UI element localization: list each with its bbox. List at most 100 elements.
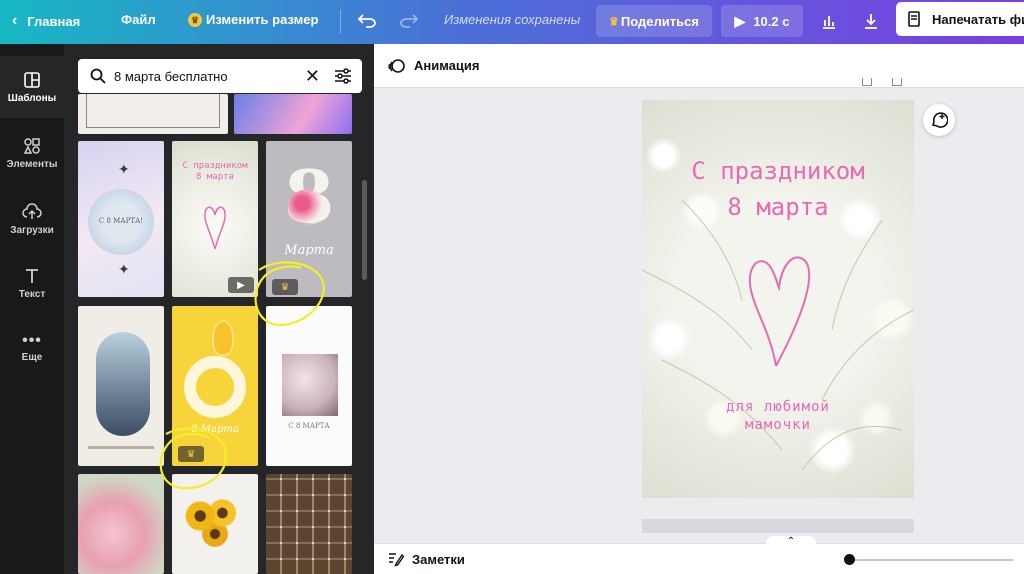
thumb-text: Марта: [284, 243, 334, 258]
rail-label: Загрузки: [10, 224, 54, 236]
side-rail: Шаблоны Элементы Загрузки Текст ••• Еще: [0, 44, 64, 574]
chevron-left-icon: ‹: [12, 12, 18, 29]
heart-icon[interactable]: [746, 250, 812, 368]
rail-item-more[interactable]: ••• Еще: [0, 316, 64, 378]
template-thumb[interactable]: [234, 94, 352, 134]
thumb-caption: [88, 446, 154, 449]
template-thumb[interactable]: С праздником 8 марта ▶: [172, 141, 258, 297]
delete-page-icon[interactable]: [892, 78, 902, 86]
play-icon: ▶: [734, 12, 746, 29]
animation-label: Анимация: [414, 58, 480, 73]
saved-status: Изменения сохранены: [444, 12, 581, 27]
text-icon: [26, 268, 38, 283]
redo-button[interactable]: [394, 5, 424, 37]
crown-icon: ♛: [609, 15, 619, 28]
thumb-frame: [86, 94, 220, 128]
bar-chart-icon: [823, 16, 835, 29]
rail-item-uploads[interactable]: Загрузки: [0, 188, 64, 250]
page-controls: [862, 78, 912, 88]
share-label: Поделиться: [620, 13, 699, 29]
duplicate-page-icon[interactable]: [862, 78, 872, 86]
animation-icon: [388, 58, 405, 73]
template-thumb[interactable]: [78, 474, 164, 574]
elements-icon: [23, 137, 40, 154]
design-page[interactable]: С праздником 8 марта для любимой мамочки: [642, 100, 914, 498]
sparkle-icon: ✦: [118, 261, 130, 277]
thumb-text: С 8 МАРТА!: [98, 217, 144, 225]
bottom-bar: ⌃ Заметки: [374, 536, 1024, 574]
rail-item-text[interactable]: Текст: [0, 252, 64, 314]
crown-icon: ♛: [188, 12, 202, 27]
card-subtitle-line1[interactable]: для любимой: [642, 398, 914, 416]
download-icon: [865, 14, 877, 29]
card-subtitle-line2[interactable]: мамочки: [642, 416, 914, 434]
play-button[interactable]: ▶ 10.2 с: [721, 5, 803, 37]
panel-scrollbar[interactable]: [362, 180, 367, 280]
highlight-annotation: [159, 427, 228, 490]
zoom-slider-handle[interactable]: [844, 554, 855, 565]
redo-icon: [400, 14, 418, 28]
thumb-photo: [96, 332, 150, 436]
rail-item-elements[interactable]: Элементы: [0, 122, 64, 184]
rail-label: Еще: [21, 351, 43, 363]
undo-icon: [358, 14, 376, 28]
top-bar: ‹ Главная Файл ♛ Изменить размер Изменен…: [0, 0, 1024, 44]
heart-icon: [204, 206, 226, 250]
file-menu[interactable]: Файл: [121, 12, 156, 27]
rail-item-templates[interactable]: Шаблоны: [0, 56, 64, 118]
next-page-preview[interactable]: [642, 519, 914, 533]
flowers-icon: [288, 189, 328, 225]
notes-icon: [389, 553, 404, 567]
insights-button[interactable]: [812, 5, 846, 37]
resize-label: Изменить размер: [206, 12, 319, 27]
card-title-line1[interactable]: С праздником: [642, 156, 914, 186]
template-thumb[interactable]: [78, 306, 164, 466]
templates-icon: [24, 71, 40, 88]
home-label: Главная: [27, 13, 81, 29]
search-value: 8 марта бесплатно: [114, 68, 228, 84]
rail-label: Текст: [18, 288, 46, 300]
search-icon: [90, 68, 106, 84]
rail-label: Элементы: [6, 158, 58, 170]
sunflowers-icon: [178, 492, 252, 552]
share-button[interactable]: ♛ Поделиться: [596, 5, 712, 37]
template-thumb[interactable]: [266, 474, 352, 574]
sparkle-icon: ✦: [118, 161, 130, 177]
thumb-text: С 8 МАРТА: [288, 422, 330, 430]
card-title-line2[interactable]: 8 марта: [642, 192, 914, 222]
rail-label: Шаблоны: [7, 92, 57, 104]
comment-add-icon: [931, 112, 948, 128]
undo-button[interactable]: [352, 5, 382, 37]
clear-icon[interactable]: ✕: [305, 66, 320, 87]
highlight-annotation: [254, 261, 325, 327]
filter-icon[interactable]: [334, 68, 352, 84]
animation-button[interactable]: Анимация: [388, 57, 479, 75]
chevron-up-icon: ⌃: [786, 536, 796, 547]
zoom-slider-track[interactable]: [844, 559, 1014, 561]
canvas-area: С праздником 8 марта для любимой мамочки: [374, 78, 1024, 543]
print-icon: [908, 11, 920, 27]
search-input[interactable]: 8 марта бесплатно ✕: [78, 59, 362, 93]
thumb-photo: [282, 354, 338, 416]
more-icon: •••: [22, 331, 42, 349]
notes-label: Заметки: [412, 551, 465, 567]
comment-button[interactable]: [923, 104, 955, 136]
divider: [340, 10, 341, 34]
print-button[interactable]: Напечатать фи: [896, 2, 1024, 36]
thumb-text: С праздником 8 марта: [182, 161, 248, 182]
templates-panel: С 8 МАРТА! ✦ ✦ С праздником 8 марта ▶ 8 …: [64, 44, 374, 574]
download-button[interactable]: [854, 5, 888, 37]
expand-pages-button[interactable]: ⌃: [766, 536, 816, 548]
resize-button[interactable]: ♛ Изменить размер: [188, 12, 318, 27]
play-duration: 10.2 с: [753, 13, 790, 29]
tulip-icon: [212, 320, 234, 356]
editor-toolbar: Анимация: [374, 44, 1024, 88]
template-thumb[interactable]: С 8 МАРТА: [266, 306, 352, 466]
notes-button[interactable]: Заметки: [388, 551, 465, 567]
template-thumb[interactable]: С 8 МАРТА! ✦ ✦: [78, 141, 164, 297]
print-label: Напечатать фи: [932, 11, 1024, 27]
thumb-ring: [184, 356, 246, 418]
template-thumb[interactable]: [78, 94, 228, 134]
uploads-icon: [22, 202, 42, 219]
home-button[interactable]: ‹ Главная: [12, 12, 80, 30]
